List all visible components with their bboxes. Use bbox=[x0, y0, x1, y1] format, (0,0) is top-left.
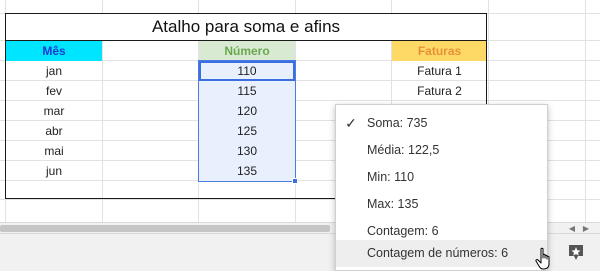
cell-fatura[interactable]: Fatura 2 bbox=[392, 81, 487, 101]
header-numero[interactable]: Número bbox=[199, 41, 295, 61]
cell-mes[interactable]: jun bbox=[6, 161, 102, 181]
menu-item-label: Min: 110 bbox=[367, 170, 415, 184]
menu-item-label: Média: 122,5 bbox=[367, 143, 440, 157]
cell-mes[interactable]: fev bbox=[6, 81, 102, 101]
cell-fatura[interactable]: Fatura 1 bbox=[392, 61, 487, 81]
cell-mes[interactable]: jan bbox=[6, 61, 102, 81]
explore-icon bbox=[569, 245, 583, 260]
menu-item-soma[interactable]: ✓ Soma: 735 bbox=[336, 110, 547, 137]
menu-item-min[interactable]: Min: 110 bbox=[336, 164, 547, 191]
menu-item-media[interactable]: Média: 122,5 bbox=[336, 137, 547, 164]
cell-mes[interactable]: abr bbox=[6, 121, 102, 141]
scroll-left-arrow-icon[interactable]: ◀ bbox=[566, 224, 578, 234]
active-cell-border bbox=[199, 61, 295, 81]
checkmark-icon: ✓ bbox=[345, 115, 357, 131]
menu-item-label: Contagem: 6 bbox=[367, 224, 439, 238]
grid-line bbox=[585, 0, 586, 222]
header-faturas[interactable]: Faturas bbox=[392, 41, 487, 61]
cell-mes[interactable]: mar bbox=[6, 101, 102, 121]
summary-stats-menu: ✓ Soma: 735 Média: 122,5 Min: 110 Max: 1… bbox=[335, 104, 548, 271]
menu-item-label: Soma: 735 bbox=[367, 116, 428, 130]
menu-item-label: Contagem de números: 6 bbox=[367, 246, 509, 260]
scroll-right-arrow-icon[interactable]: ▶ bbox=[580, 224, 592, 234]
cell-mes[interactable]: mai bbox=[6, 141, 102, 161]
menu-item-label: Max: 135 bbox=[367, 197, 419, 211]
explore-button[interactable] bbox=[563, 240, 589, 266]
hand-pointer-icon bbox=[535, 247, 550, 270]
header-mes[interactable]: Mês bbox=[6, 41, 102, 61]
scrollbar-thumb[interactable] bbox=[0, 225, 330, 232]
menu-item-max[interactable]: Max: 135 bbox=[336, 191, 547, 218]
menu-item-contagem-numeros[interactable]: Contagem de números: 6 bbox=[336, 240, 547, 267]
sheet-title[interactable]: Atalho para soma e afins bbox=[6, 14, 486, 40]
fill-handle[interactable] bbox=[292, 178, 298, 184]
